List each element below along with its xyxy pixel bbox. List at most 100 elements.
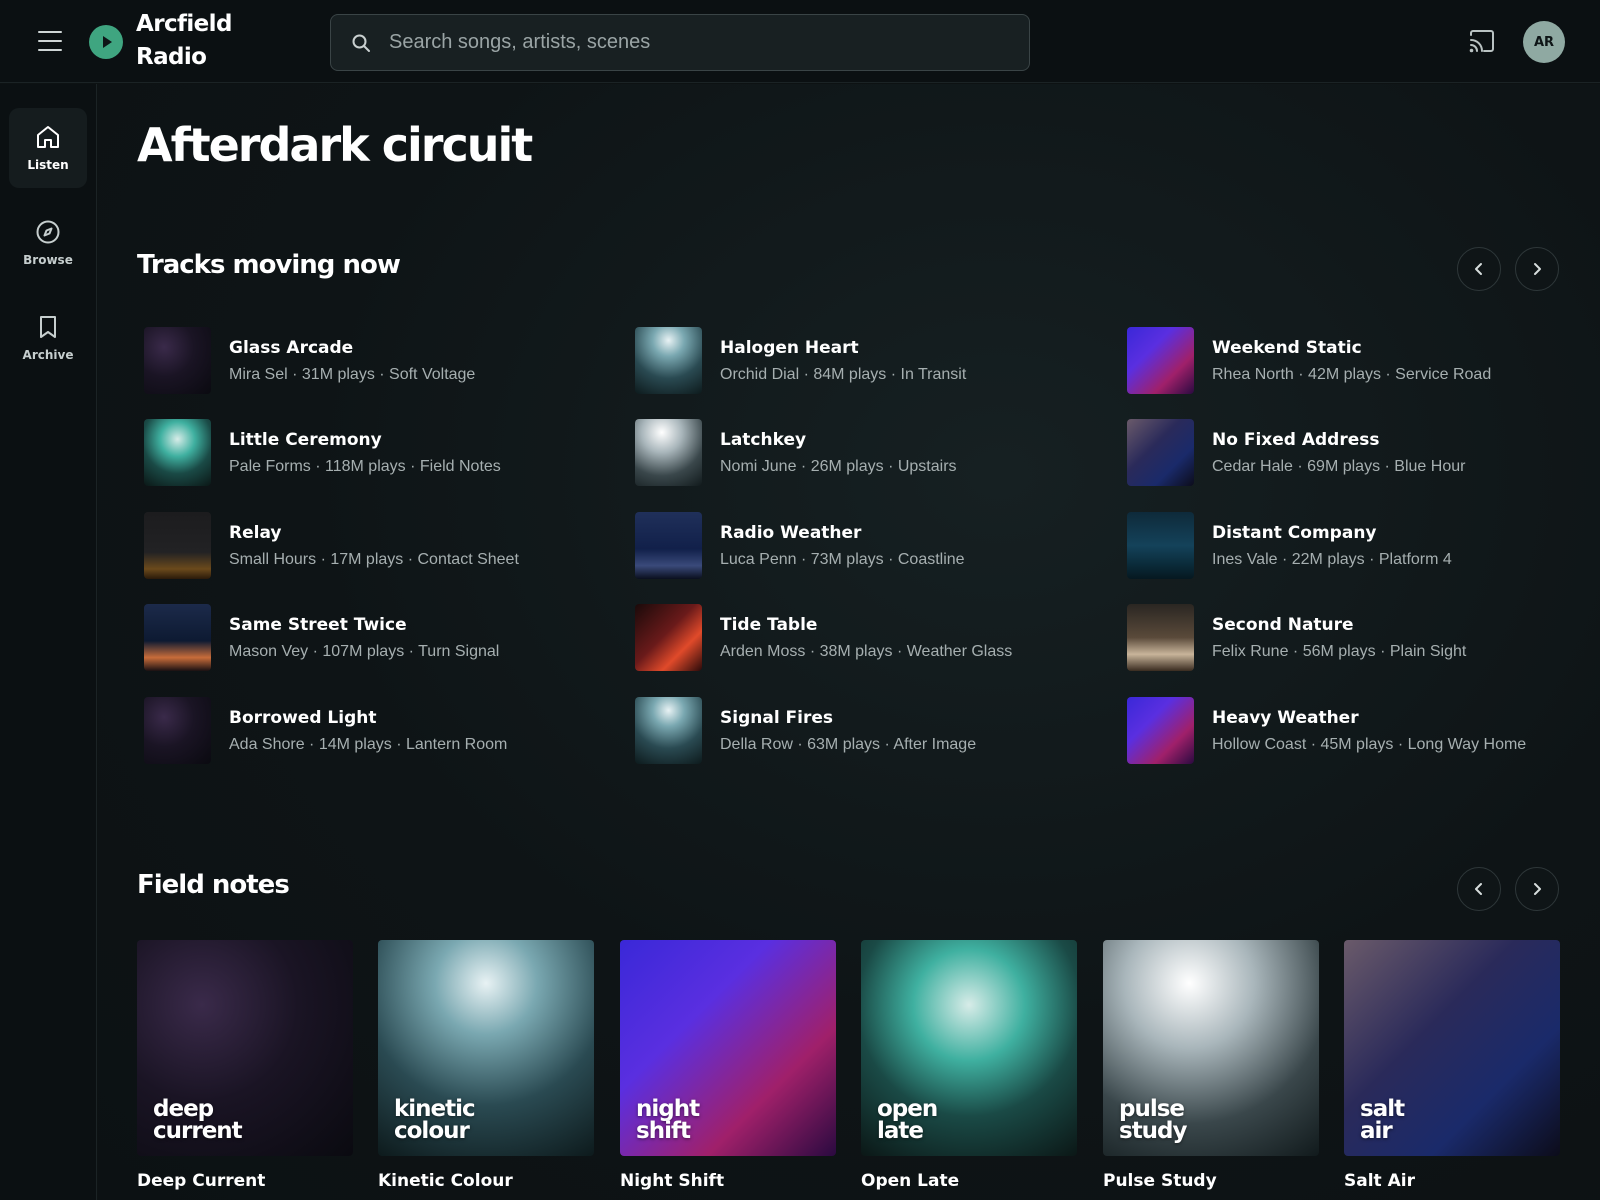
cast-icon[interactable]: [1469, 29, 1495, 53]
compass-icon: [36, 220, 60, 244]
track-thumbnail: [635, 697, 702, 764]
track-row[interactable]: Heavy Weather Hollow Coast · 45M plays ·…: [1127, 696, 1567, 766]
track-row[interactable]: No Fixed Address Cedar Hale · 69M plays …: [1127, 418, 1567, 488]
card-overlay-line: air: [1360, 1118, 1393, 1144]
track-meta: Small Hours · 17M plays · Contact Sheet: [229, 551, 519, 568]
track-thumbnail: [144, 327, 211, 394]
card-overlay-line: shift: [636, 1118, 691, 1144]
track-meta: Arden Moss · 38M plays · Weather Glass: [720, 643, 1013, 660]
side-nav: Listen Browse Archive: [0, 84, 97, 1200]
card-overlay-line: salt: [1360, 1096, 1405, 1122]
home-icon: [37, 126, 59, 148]
track-title: Halogen Heart: [720, 338, 859, 358]
track-thumbnail: [1127, 697, 1194, 764]
track-meta: Cedar Hale · 69M plays · Blue Hour: [1212, 458, 1466, 475]
sidebar-item-listen[interactable]: Listen: [9, 108, 87, 188]
brand-line-2: Radio: [136, 44, 207, 70]
track-row[interactable]: Halogen Heart Orchid Dial · 84M plays · …: [635, 326, 1075, 396]
search-input[interactable]: [389, 15, 1009, 70]
track-thumbnail: [635, 327, 702, 394]
tracks-next-button[interactable]: [1515, 247, 1559, 291]
card-title: Deep Current: [137, 1171, 266, 1191]
play-logo-icon[interactable]: [89, 25, 123, 59]
card-overlay-line: current: [153, 1118, 243, 1144]
chevron-left-icon: [1475, 263, 1482, 275]
track-row[interactable]: Borrowed Light Ada Shore · 14M plays · L…: [144, 696, 584, 766]
card-overlay-text: salt air: [1360, 1096, 1540, 1144]
track-meta: Luca Penn · 73M plays · Coastline: [720, 551, 965, 568]
track-row[interactable]: Tide Table Arden Moss · 38M plays · Weat…: [635, 603, 1075, 673]
main-content: Afterdark circuit Tracks moving now Glas…: [98, 84, 1600, 1200]
track-meta: Nomi June · 26M plays · Upstairs: [720, 458, 957, 475]
chevron-right-icon: [1534, 263, 1541, 275]
card-overlay-line: night: [636, 1096, 700, 1122]
card-overlay-line: deep: [153, 1096, 214, 1122]
track-title: Second Nature: [1212, 615, 1354, 635]
track-row[interactable]: Distant Company Ines Vale · 22M plays · …: [1127, 511, 1567, 581]
track-row[interactable]: Weekend Static Rhea North · 42M plays · …: [1127, 326, 1567, 396]
card-overlay-line: pulse: [1119, 1096, 1185, 1122]
track-title: No Fixed Address: [1212, 430, 1380, 450]
field-notes-prev-button[interactable]: [1457, 867, 1501, 911]
track-meta: Ada Shore · 14M plays · Lantern Room: [229, 736, 508, 753]
track-meta: Mason Vey · 107M plays · Turn Signal: [229, 643, 500, 660]
card-overlay-line: colour: [394, 1118, 470, 1144]
playlist-card[interactable]: night shift Night Shift: [620, 940, 836, 1191]
playlist-card[interactable]: deep current Deep Current: [137, 940, 353, 1191]
track-row[interactable]: Signal Fires Della Row · 63M plays · Aft…: [635, 696, 1075, 766]
playlist-card[interactable]: kinetic colour Kinetic Colour: [378, 940, 594, 1191]
track-meta: Hollow Coast · 45M plays · Long Way Home: [1212, 736, 1527, 753]
sidebar-item-label: Listen: [27, 158, 69, 172]
menu-icon[interactable]: [38, 31, 62, 51]
top-bar: Arcfield Radio AR: [0, 0, 1600, 83]
track-row[interactable]: Little Ceremony Pale Forms · 118M plays …: [144, 418, 584, 488]
track-title: Signal Fires: [720, 708, 834, 728]
track-title: Latchkey: [720, 430, 807, 450]
card-overlay-text: open late: [877, 1098, 1057, 1143]
chevron-left-icon: [1475, 883, 1482, 895]
card-artwork: salt air: [1344, 940, 1560, 1156]
card-title: Kinetic Colour: [378, 1171, 513, 1191]
brand-line-1: Arcfield: [136, 11, 232, 37]
chevron-right-icon: [1534, 883, 1541, 895]
card-artwork: pulse study: [1103, 940, 1319, 1156]
track-title: Distant Company: [1212, 523, 1377, 543]
sidebar-item-browse[interactable]: Browse: [9, 203, 87, 283]
card-artwork: night shift: [620, 940, 836, 1156]
track-row[interactable]: Second Nature Felix Rune · 56M plays · P…: [1127, 603, 1567, 673]
field-notes-next-button[interactable]: [1515, 867, 1559, 911]
track-thumbnail: [144, 604, 211, 671]
card-overlay-line: study: [1119, 1118, 1188, 1144]
brand-name[interactable]: Arcfield Radio: [136, 8, 286, 74]
avatar[interactable]: AR: [1523, 21, 1565, 63]
card-artwork: kinetic colour: [378, 940, 594, 1156]
card-title: Night Shift: [620, 1171, 725, 1191]
search-box[interactable]: [330, 14, 1030, 71]
track-meta: Pale Forms · 118M plays · Field Notes: [229, 458, 501, 475]
track-title: Borrowed Light: [229, 708, 377, 728]
bookmark-icon: [40, 316, 56, 338]
track-row[interactable]: Radio Weather Luca Penn · 73M plays · Co…: [635, 511, 1075, 581]
track-title: Weekend Static: [1212, 338, 1362, 358]
track-thumbnail: [1127, 604, 1194, 671]
track-title: Heavy Weather: [1212, 708, 1359, 728]
track-thumbnail: [144, 512, 211, 579]
track-row[interactable]: Glass Arcade Mira Sel · 31M plays · Soft…: [144, 326, 584, 396]
playlist-card[interactable]: salt air Salt Air: [1344, 940, 1560, 1191]
track-title: Glass Arcade: [229, 338, 354, 358]
tracks-prev-button[interactable]: [1457, 247, 1501, 291]
card-overlay-text: night shift: [636, 1096, 816, 1144]
playlist-card[interactable]: pulse study Pulse Study: [1103, 940, 1319, 1191]
track-meta: Felix Rune · 56M plays · Plain Sight: [1212, 643, 1467, 660]
card-title: Salt Air: [1344, 1171, 1415, 1191]
track-row[interactable]: Relay Small Hours · 17M plays · Contact …: [144, 511, 584, 581]
track-row[interactable]: Same Street Twice Mason Vey · 107M plays…: [144, 603, 584, 673]
track-row[interactable]: Latchkey Nomi June · 26M plays · Upstair…: [635, 418, 1075, 488]
playlist-card[interactable]: open late Open Late: [861, 940, 1077, 1191]
sidebar-item-archive[interactable]: Archive: [9, 298, 87, 378]
track-thumbnail: [1127, 419, 1194, 486]
page-title: Afterdark circuit: [137, 118, 533, 172]
card-overlay-text: deep current: [153, 1096, 333, 1144]
track-title: Tide Table: [720, 615, 818, 635]
sidebar-item-label: Browse: [23, 253, 73, 267]
